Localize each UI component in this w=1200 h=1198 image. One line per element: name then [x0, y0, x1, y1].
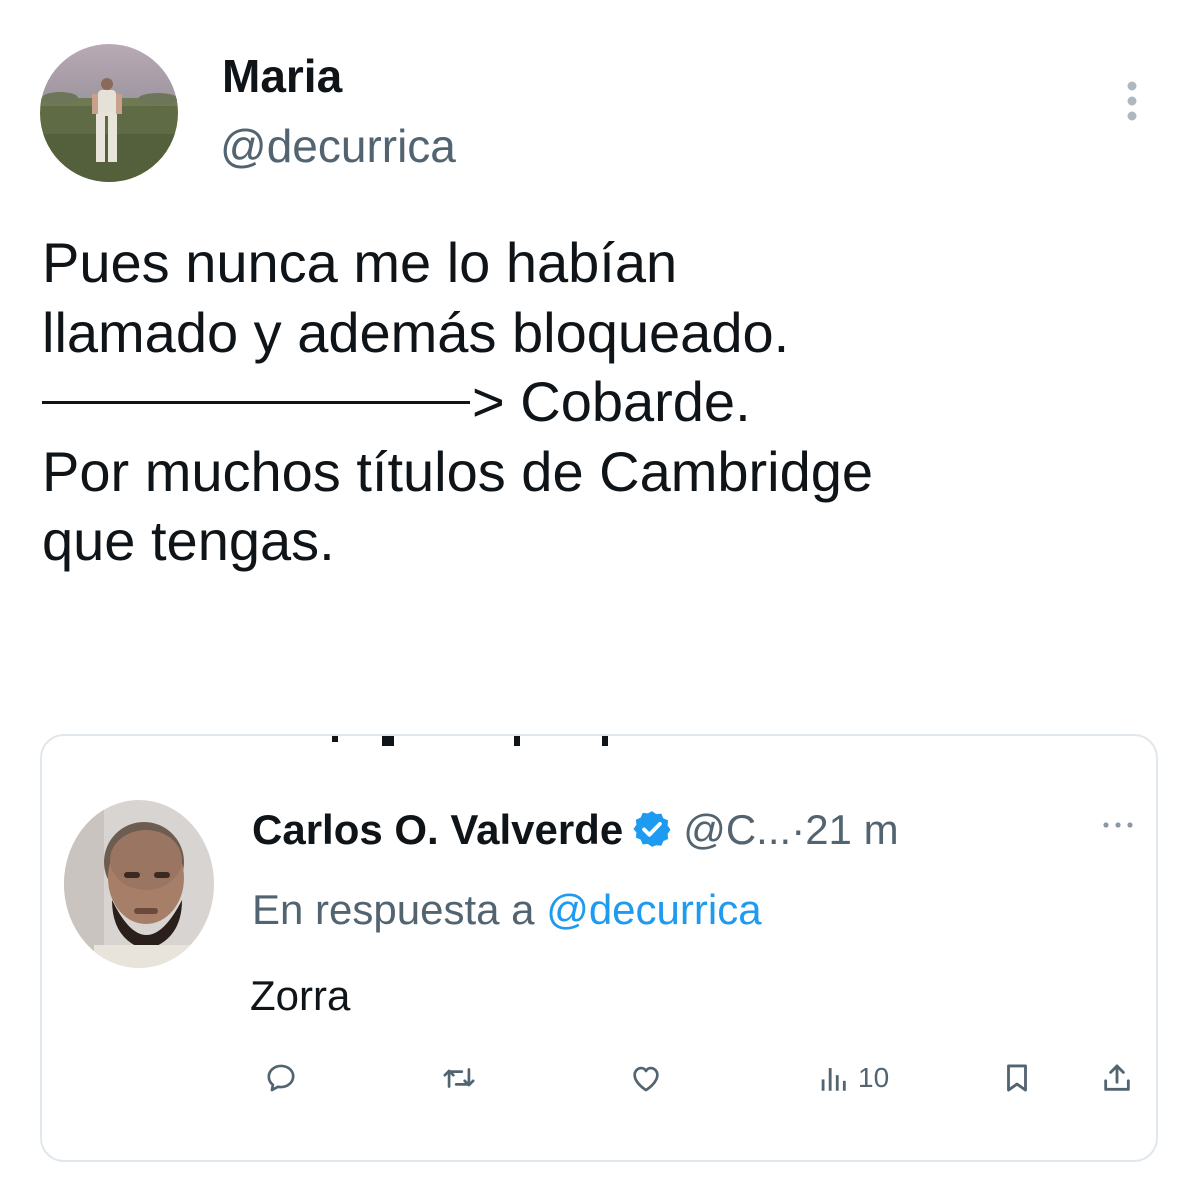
verified-badge-icon [631, 808, 673, 850]
reply-button[interactable] [264, 1058, 298, 1098]
bookmark-button[interactable] [1000, 1058, 1034, 1098]
more-vertical-icon[interactable] [1112, 76, 1152, 126]
more-horizontal-icon[interactable] [1100, 818, 1136, 832]
tweet-text-line: Por muchos títulos de Cambridge [42, 439, 874, 503]
quoted-tweet-text: Zorra [250, 972, 351, 1019]
quoted-author-handle[interactable]: @C... [683, 806, 791, 853]
reply-context: En respuesta a @decurrica [252, 882, 762, 938]
reply-icon [264, 1061, 298, 1095]
retweet-icon [440, 1061, 478, 1095]
reply-mention-link[interactable]: @decurrica [546, 886, 761, 933]
bookmark-icon [1000, 1061, 1034, 1095]
reply-prefix: En respuesta a [252, 886, 535, 933]
tweet-text-line: que tengas. [42, 509, 335, 572]
views-icon [816, 1061, 850, 1095]
cropped-text-remnant [42, 736, 1156, 750]
like-button[interactable] [628, 1058, 664, 1098]
quoted-author-display-name[interactable]: Carlos O. Valverde [252, 806, 623, 853]
tweet-text-line: Pues nunca me lo habían [42, 231, 678, 294]
tweet-text: Pues nunca me lo habían llamado y además… [42, 228, 1172, 576]
quoted-author-avatar[interactable] [64, 800, 214, 968]
quoted-tweet-card[interactable]: Carlos O. Valverde @C...·21 m En respuest… [40, 734, 1158, 1162]
retweet-button[interactable] [440, 1058, 478, 1098]
long-dash-rule [42, 400, 470, 404]
quoted-author-header: Carlos O. Valverde @C...·21 m [252, 802, 899, 858]
views-count: 10 [858, 1062, 890, 1093]
author-handle[interactable]: @decurrica [220, 118, 456, 174]
share-icon [1100, 1061, 1134, 1095]
tweet-text-line: > Cobarde. [42, 367, 1172, 437]
author-avatar[interactable] [40, 44, 178, 182]
heart-icon [628, 1061, 664, 1095]
author-display-name[interactable]: Maria [222, 48, 342, 104]
quoted-timestamp[interactable]: 21 m [805, 806, 898, 853]
tweet-text-fragment: > Cobarde. [472, 370, 751, 433]
views-button[interactable]: 10 [816, 1058, 889, 1098]
meta-separator: · [791, 806, 806, 853]
tweet-text-line: llamado y además bloqueado. [42, 300, 790, 364]
share-button[interactable] [1100, 1058, 1134, 1098]
